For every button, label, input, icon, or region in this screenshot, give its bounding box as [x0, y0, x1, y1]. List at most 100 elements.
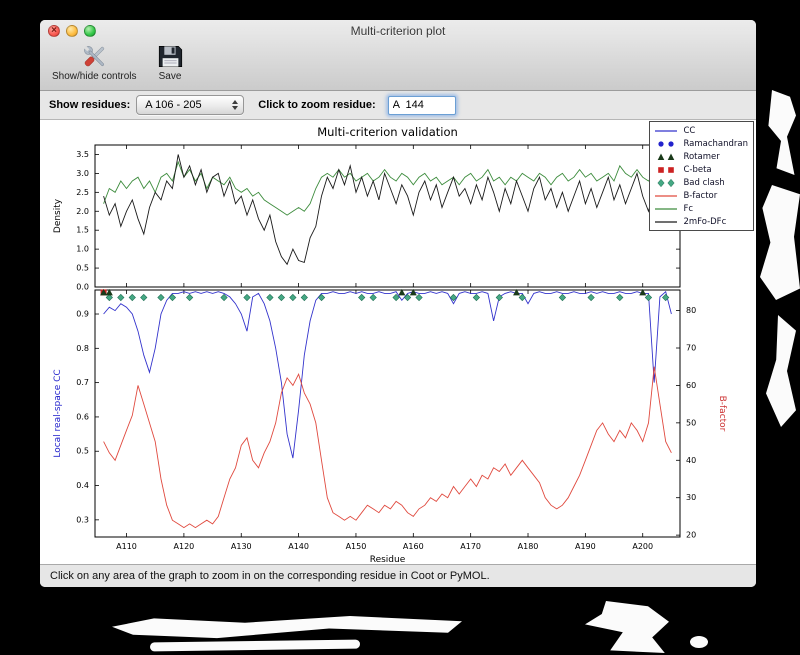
axis-text: 70 — [686, 344, 696, 353]
traffic-lights — [48, 25, 96, 37]
legend-item-label: Bad clash — [683, 177, 725, 188]
axis-text: 60 — [686, 381, 696, 390]
popup-arrows-icon — [232, 100, 239, 110]
legend-item-label: B-factor — [683, 190, 718, 201]
legend-item-label: CC — [683, 125, 696, 136]
legend-triangles-sample — [658, 153, 675, 160]
screen-background: Multi-criterion plot — [0, 0, 800, 655]
legend-item: Rotamer — [654, 150, 748, 163]
save-button[interactable]: Save — [157, 43, 184, 82]
legend-line-sample — [655, 129, 678, 132]
bad-clash-marker — [472, 293, 481, 302]
axis-text: 1.5 — [76, 226, 89, 235]
legend-squares-sample — [658, 166, 675, 173]
legend-item: CC — [654, 124, 748, 137]
legend-line-sample — [655, 207, 678, 210]
bad-clash-marker — [558, 293, 567, 302]
scan-artifact — [760, 185, 800, 300]
series-CC — [103, 290, 672, 459]
legend-item-label: Fc — [683, 203, 693, 214]
legend-item: C-beta — [654, 163, 748, 176]
show-hide-controls-button[interactable]: Show/hide controls — [52, 43, 137, 82]
bad-clash-marker — [317, 293, 326, 302]
status-text: Click on any area of the graph to zoom i… — [50, 570, 490, 582]
axis-text: 2.5 — [76, 188, 89, 197]
legend-item: B-factor — [654, 189, 748, 202]
legend-item-label: Rotamer — [683, 151, 720, 162]
plot-legend: CC Ramachandran Rotamer C-beta Bad clash B-fa… — [649, 121, 754, 231]
bfactor-axis-label: B-factor — [717, 396, 727, 432]
axis-text: 1.0 — [76, 245, 89, 254]
bad-clash-marker — [220, 293, 228, 302]
axis-text: A130 — [231, 542, 252, 551]
series-Fc — [103, 160, 672, 216]
minimize-button[interactable] — [66, 25, 78, 37]
axis-text: A190 — [575, 542, 596, 551]
bad-clash-marker — [403, 293, 412, 302]
close-button[interactable] — [48, 25, 60, 37]
axis-text: 0.5 — [76, 264, 89, 273]
bad-clash-marker — [277, 293, 286, 302]
axis-text: A200 — [632, 542, 653, 551]
crossed-tools-icon — [81, 43, 108, 70]
axis-text: A140 — [288, 542, 309, 551]
bad-clash-marker — [266, 293, 274, 302]
axis-text: 0.8 — [76, 344, 89, 353]
axis-text: 0.0 — [76, 283, 89, 292]
legend-item: Bad clash — [654, 176, 748, 189]
titlebar[interactable]: Multi-criterion plot — [40, 20, 756, 42]
x-axis-label: Residue — [370, 555, 406, 563]
axis-text: 80 — [686, 306, 696, 315]
floppy-disk-icon — [157, 43, 184, 70]
bad-clash-marker — [168, 293, 177, 302]
axis-text: 50 — [686, 418, 696, 427]
bad-clash-marker — [157, 293, 165, 302]
axis-text: 0.6 — [76, 412, 89, 421]
axis-text: 20 — [686, 531, 696, 540]
zoom-button[interactable] — [84, 25, 96, 37]
plot-area: Multi-criterion validation 0.0 0.5 1.0 1.5 2.… — [40, 120, 756, 564]
axis-text: A160 — [403, 542, 424, 551]
axis-text: 30 — [686, 493, 696, 502]
bad-clash-marker — [616, 293, 624, 302]
app-window: Multi-criterion plot — [40, 20, 756, 587]
bad-clash-marker — [300, 293, 308, 302]
axis-text: A150 — [346, 542, 367, 551]
axis-text: 2.0 — [76, 207, 89, 216]
bad-clash-marker — [117, 293, 125, 302]
axis-text: 0.3 — [76, 515, 89, 524]
bad-clash-marker — [128, 293, 136, 302]
bad-clash-marker — [518, 293, 526, 302]
zoom-residue-input[interactable] — [387, 95, 456, 115]
status-bar: Click on any area of the graph to zoom i… — [40, 564, 756, 587]
figure-title: Multi-criterion validation — [317, 125, 458, 139]
zoom-residue-label: Click to zoom residue: — [258, 99, 376, 111]
legend-item: 2mFo-DFc — [654, 215, 748, 228]
controls-row: Show residues: A 106 - 205 Click to zoom… — [40, 91, 756, 120]
axis-text: 3.0 — [76, 169, 89, 178]
top-axes-frame — [94, 144, 681, 288]
scan-artifact — [768, 90, 796, 175]
axis-text: 0.4 — [76, 481, 89, 490]
legend-circles-sample — [658, 140, 675, 147]
scan-artifact — [112, 616, 462, 639]
bad-clash-marker — [369, 293, 377, 302]
bad-clash-marker — [243, 293, 251, 302]
save-label: Save — [158, 71, 182, 82]
legend-item: Fc — [654, 202, 748, 215]
residue-range-value: A 106 - 205 — [145, 99, 202, 111]
legend-line-sample — [655, 220, 678, 223]
axis-text: A180 — [518, 542, 539, 551]
window-chrome: Multi-criterion plot — [40, 20, 756, 91]
show-hide-controls-label: Show/hide controls — [52, 71, 137, 82]
residue-range-select[interactable]: A 106 - 205 — [136, 95, 245, 115]
legend-item-label: Ramachandran — [683, 138, 748, 149]
legend-diamonds-sample — [657, 178, 675, 187]
bad-clash-marker — [644, 293, 653, 302]
legend-item-label: C-beta — [683, 164, 712, 175]
bad-clash-marker — [289, 293, 297, 302]
legend-item-label: 2mFo-DFc — [683, 216, 727, 227]
density-axis-label: Density — [53, 198, 63, 233]
bad-clash-marker — [415, 293, 423, 302]
series-B-factor — [103, 366, 672, 529]
